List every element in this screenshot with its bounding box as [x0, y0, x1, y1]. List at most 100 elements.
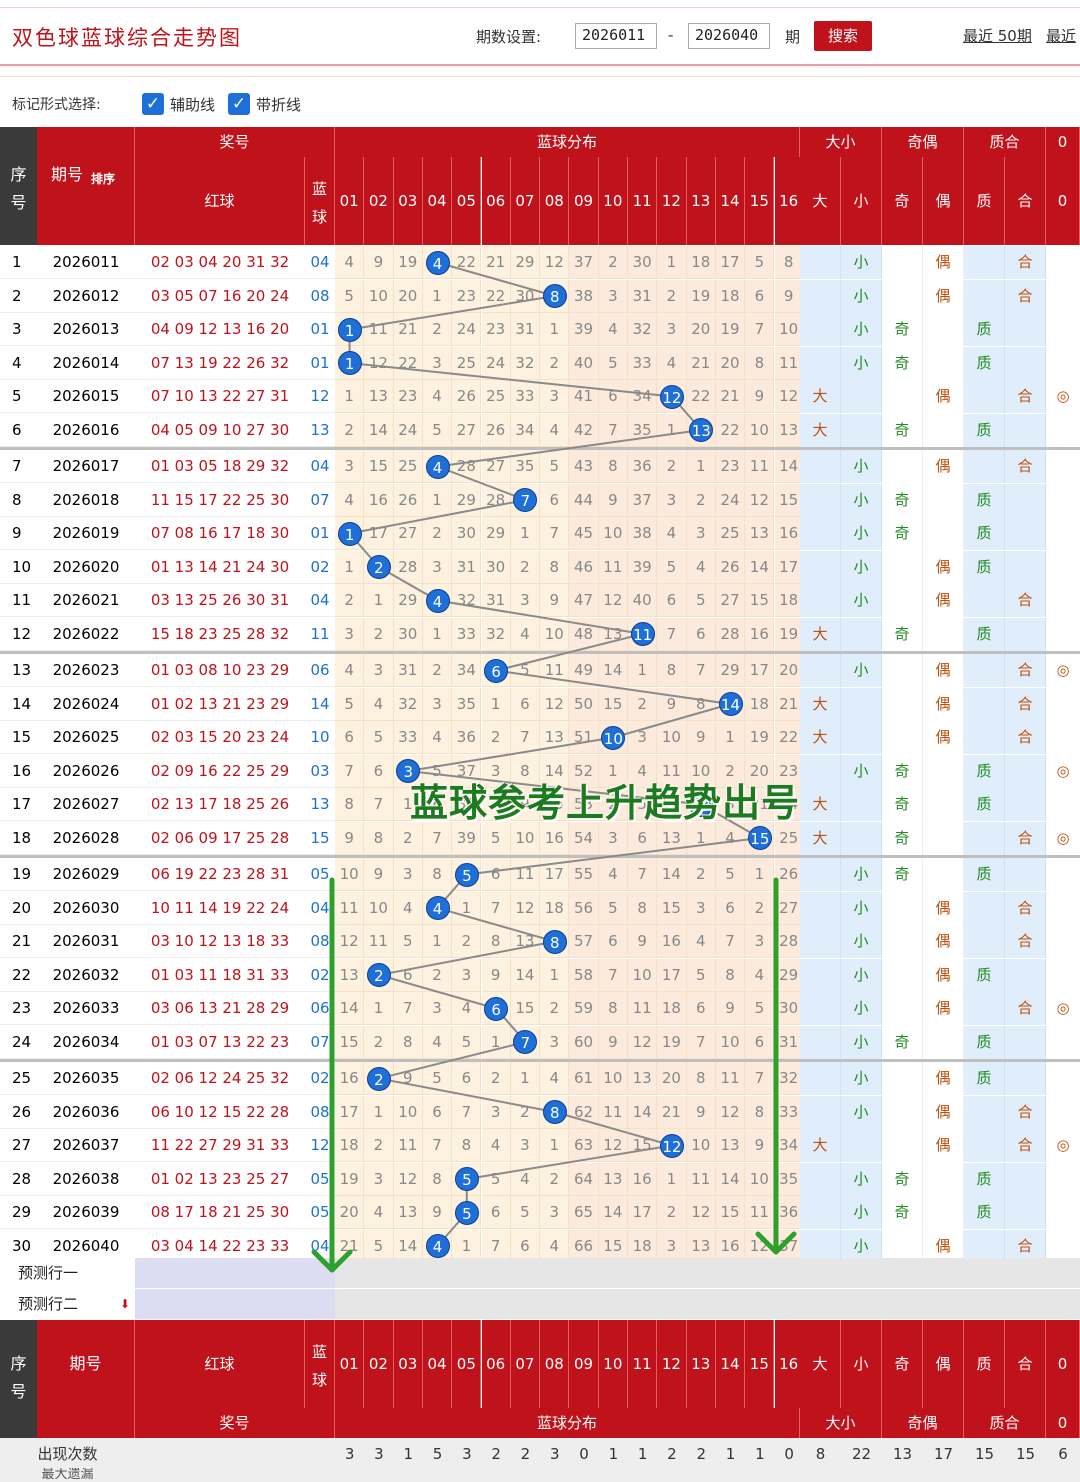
row-odd	[882, 958, 923, 992]
row-zero-mark	[1046, 279, 1080, 313]
footer-dist-col-02: 02	[364, 1320, 394, 1408]
dist-cell: 22	[452, 246, 482, 279]
predict-row-2-input[interactable]	[135, 1289, 335, 1319]
row-period: 2026038	[37, 1163, 135, 1196]
row-red-balls: 02 13 17 18 25 26	[135, 788, 305, 821]
footer-zero-header: 0	[1046, 1408, 1080, 1438]
row-even	[923, 1196, 964, 1229]
dist-cell: 2	[335, 584, 365, 617]
dist-cell: 33	[628, 346, 658, 380]
dist-cell: 18	[335, 1129, 365, 1162]
row-size-big	[800, 450, 841, 483]
dist-cell: 38	[569, 279, 599, 313]
row-comp	[1005, 517, 1046, 550]
row-prime	[964, 584, 1005, 617]
dist-cell: 14	[657, 858, 687, 891]
dist-col-13: 13	[686, 157, 716, 245]
dist-cell: 6	[335, 721, 365, 754]
predict-row-1-input[interactable]	[135, 1258, 335, 1288]
dist-cell: 27	[715, 584, 746, 617]
dist-cell: 1	[657, 246, 687, 279]
dist-cell: 4	[422, 1025, 453, 1059]
row-even: 偶	[923, 925, 964, 958]
row-blue-ball: 01	[305, 517, 335, 550]
sort-button[interactable]: 排序	[86, 170, 120, 200]
footer-attr-col-5: 合	[1005, 1320, 1046, 1408]
dist-cell: 3	[335, 450, 365, 483]
dist-cell: 2	[364, 1129, 394, 1162]
dist-cell: 28	[715, 617, 746, 651]
dist-cell: 44	[569, 483, 599, 517]
row-period: 2026012	[37, 280, 135, 313]
row-zero-mark	[1046, 891, 1080, 925]
dist-cell: 55	[569, 858, 599, 891]
dist-cell: 10	[364, 279, 394, 313]
dist-cell: 14	[745, 550, 775, 584]
occurrence-value: 5	[432, 1445, 443, 1463]
dist-cell: 7	[628, 858, 658, 891]
row-period: 2026025	[37, 721, 135, 754]
primality-header: 质合	[964, 127, 1046, 157]
occurrence-value: 2	[667, 1445, 677, 1463]
row-size-small: 小	[841, 1162, 882, 1196]
row-zero-mark: ◎	[1046, 754, 1080, 788]
row-period: 2026020	[37, 551, 135, 584]
dist-cell: 5	[745, 992, 775, 1025]
footer-attr-col-4: 质	[964, 1320, 1005, 1408]
dist-cell: 30	[628, 246, 658, 279]
row-blue-ball: 13	[305, 788, 335, 821]
row-blue-ball: 06	[305, 992, 335, 1025]
row-red-balls: 01 03 07 13 22 23	[135, 1026, 305, 1059]
row-odd: 奇	[882, 754, 923, 788]
dist-cell: 10	[686, 1129, 716, 1162]
dist-cell: 11	[510, 858, 541, 891]
dist-cell: 17	[540, 858, 570, 891]
row-size-big	[800, 483, 841, 517]
seq-header: 序号	[10, 165, 27, 212]
row-seq: 10	[0, 551, 37, 584]
footer-dist-col-06: 06	[481, 1320, 511, 1408]
row-comp: 合	[1005, 584, 1046, 617]
row-seq: 29	[0, 1196, 37, 1229]
dist-cell: 3	[364, 1162, 394, 1196]
dist-cell: 27	[481, 450, 511, 483]
row-prime	[964, 279, 1005, 313]
dist-cell: 9	[686, 1095, 716, 1129]
dist-cell: 25	[715, 517, 746, 550]
occurrence-value: 3	[462, 1445, 472, 1463]
row-size-big	[800, 891, 841, 925]
row-size-big: 大	[800, 413, 841, 447]
row-comp	[1005, 550, 1046, 584]
row-size-small: 小	[841, 958, 882, 992]
dist-cell: 64	[569, 1162, 599, 1196]
footer-dist-header: 蓝球分布	[335, 1408, 800, 1438]
dist-cell: 1	[745, 858, 775, 891]
dist-cell: 6	[657, 584, 687, 617]
predict-expand-icon[interactable]: ⬇	[115, 1289, 135, 1319]
row-zero-mark: ◎	[1046, 654, 1080, 687]
dist-cell: 16	[335, 1062, 365, 1095]
footer-dist-col-13: 13	[686, 1320, 716, 1408]
dist-cell: 1	[715, 721, 746, 754]
trend-table: 序号 期号 排序 奖号 红球 蓝球 蓝球分布 大小 奇偶 质合 0 01 02 03 04 05 06 07 08 0…	[0, 0, 1080, 1482]
dist-cell: 32	[393, 687, 423, 721]
row-zero-mark	[1046, 550, 1080, 584]
dist-cell: 7	[686, 1025, 716, 1059]
dist-cell: 10	[598, 1062, 628, 1095]
dist-cell: 35	[452, 687, 482, 721]
row-size-big	[800, 754, 841, 788]
parity-header: 奇偶	[882, 127, 964, 157]
row-prime: 质	[964, 754, 1005, 788]
row-red-balls: 04 09 12 13 16 20	[135, 313, 305, 346]
dist-cell: 28	[481, 483, 511, 517]
row-prime	[964, 821, 1005, 855]
row-size-small: 小	[841, 279, 882, 313]
row-red-balls: 02 03 04 20 31 32	[135, 246, 305, 279]
blue-ball-marker: 15	[747, 826, 772, 850]
row-size-big	[800, 992, 841, 1025]
row-comp	[1005, 313, 1046, 346]
row-size-small: 小	[841, 450, 882, 483]
row-size-big: 大	[800, 687, 841, 721]
occurrence-label: 出现次数	[37, 1445, 98, 1463]
dist-cell: 9	[598, 483, 628, 517]
